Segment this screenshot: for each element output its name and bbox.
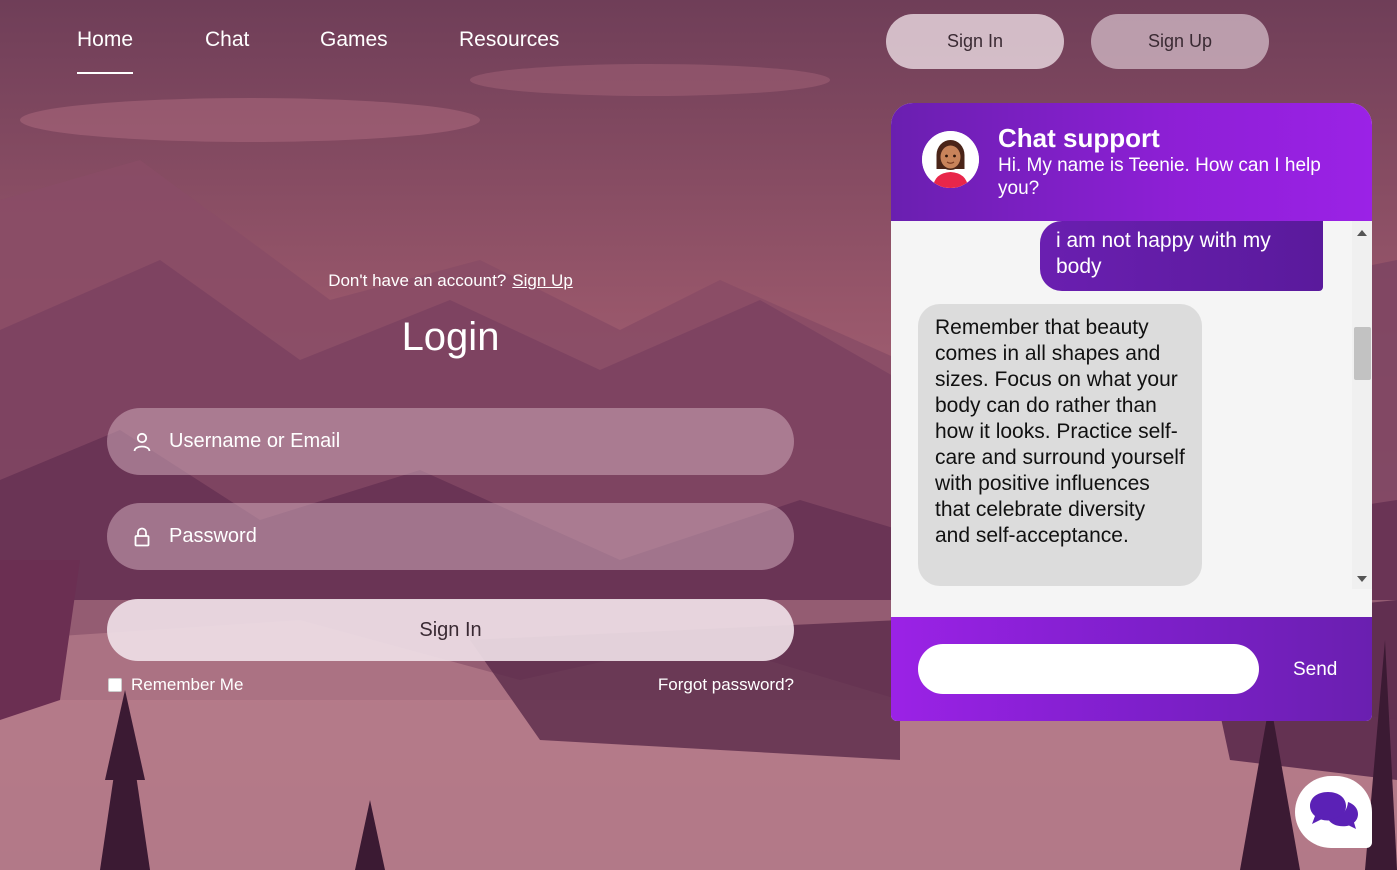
username-placeholder: Username or Email	[169, 430, 341, 452]
username-field[interactable]: Username or Email	[107, 408, 794, 475]
header-sign-in-button[interactable]: Sign In	[886, 14, 1064, 69]
password-placeholder: Password	[169, 525, 257, 547]
scroll-down-arrow[interactable]	[1357, 576, 1367, 582]
sign-in-button[interactable]: Sign In	[107, 599, 794, 661]
forgot-password-link[interactable]: Forgot password?	[658, 675, 794, 695]
lock-icon	[132, 526, 152, 548]
chat-subtitle: Hi. My name is Teenie. How can I help yo…	[998, 155, 1321, 199]
chat-footer: Send	[891, 617, 1372, 721]
remember-me-checkbox[interactable]	[108, 678, 122, 692]
user-message: i am not happy with my body	[1040, 221, 1323, 291]
remember-me-label: Remember Me	[131, 675, 244, 694]
chat-bubbles-icon	[1308, 788, 1360, 837]
login-title: Login	[401, 315, 500, 359]
header-sign-up-button[interactable]: Sign Up	[1091, 14, 1269, 69]
remember-me[interactable]: Remember Me	[108, 675, 243, 695]
password-field[interactable]: Password	[107, 503, 794, 570]
chat-title: Chat support	[998, 123, 1160, 153]
chat-launcher-button[interactable]	[1295, 776, 1372, 848]
signup-link[interactable]: Sign Up	[512, 271, 572, 290]
nav-resources[interactable]: Resources	[459, 28, 559, 52]
chat-messages[interactable]: i am not happy with my body Remember tha…	[891, 221, 1372, 617]
nav-chat[interactable]: Chat	[205, 28, 249, 52]
chat-support-panel: Chat support Hi. My name is Teenie. How …	[891, 103, 1372, 721]
nav-games[interactable]: Games	[320, 28, 388, 52]
scroll-up-arrow[interactable]	[1357, 230, 1367, 236]
bot-message: Remember that beauty comes in all shapes…	[918, 304, 1202, 586]
scroll-thumb[interactable]	[1354, 327, 1371, 380]
send-button[interactable]: Send	[1293, 659, 1337, 681]
user-icon	[132, 431, 152, 453]
chat-header: Chat support Hi. My name is Teenie. How …	[891, 103, 1372, 221]
login-form: Don't have an account? Sign Up Login User…	[107, 265, 794, 694]
chat-scrollbar[interactable]	[1352, 221, 1372, 589]
chat-message-input[interactable]	[918, 644, 1259, 694]
account-prompt-line: Don't have an account? Sign Up	[107, 271, 794, 291]
account-prompt: Don't have an account?	[328, 271, 507, 290]
avatar-icon	[922, 131, 979, 188]
nav-home[interactable]: Home	[77, 28, 134, 74]
